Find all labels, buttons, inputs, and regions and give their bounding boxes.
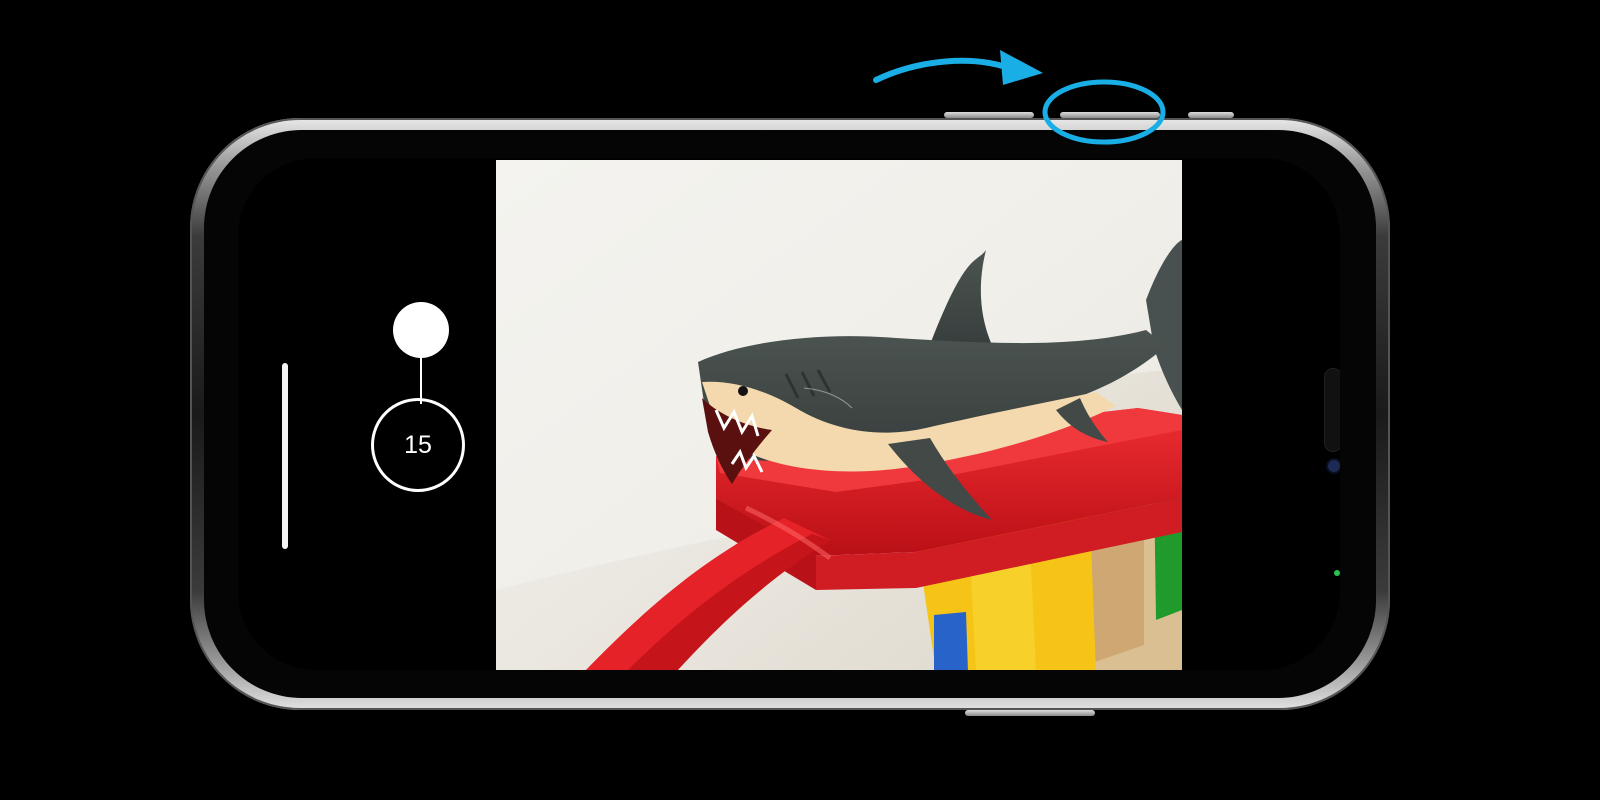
burst-count: 15 [404, 430, 432, 459]
ringer-switch[interactable] [1188, 112, 1234, 118]
volume-down-button[interactable] [1060, 112, 1160, 118]
burst-drag-track [420, 356, 422, 404]
speaker-slot [1324, 368, 1340, 452]
camera-in-use-indicator [1334, 570, 1340, 576]
home-indicator[interactable] [282, 363, 288, 549]
side-button-bottom[interactable] [965, 710, 1095, 716]
camera-screen: 15 [238, 158, 1340, 670]
volume-up-button[interactable] [944, 112, 1034, 118]
curved-arrow-icon [873, 57, 1017, 83]
burst-lock-dot[interactable] [393, 302, 449, 358]
camera-preview-photo [496, 160, 1182, 670]
shutter-control-group: 15 [371, 302, 471, 498]
phone-bezel: 15 [204, 130, 1376, 698]
shutter-button[interactable]: 15 [371, 398, 465, 492]
arrowhead-icon [1000, 50, 1043, 85]
iphone-frame: 15 [190, 112, 1390, 716]
front-camera-icon [1328, 460, 1340, 472]
